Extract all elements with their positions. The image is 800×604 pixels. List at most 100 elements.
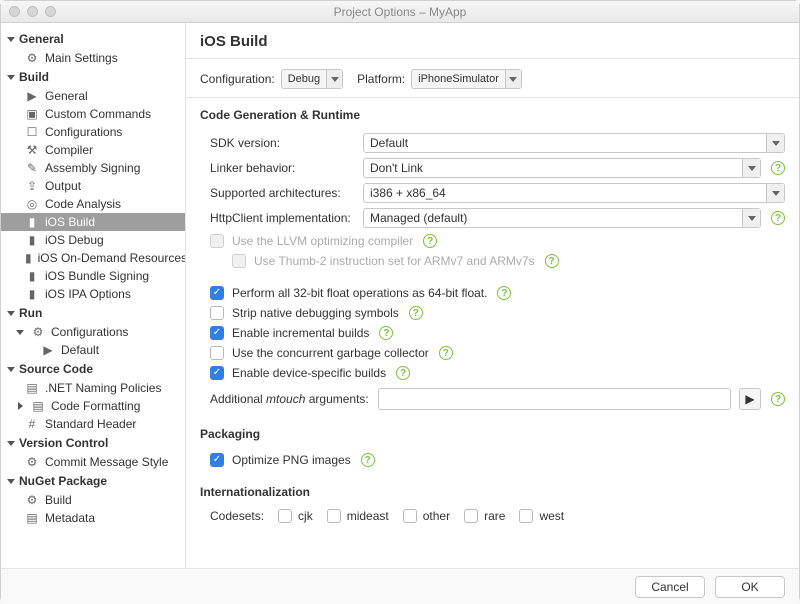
sidebar-item-nuget-build[interactable]: ⚙Build: [1, 491, 185, 509]
config-dropdown[interactable]: Debug: [281, 69, 343, 89]
incr-checkbox[interactable]: [210, 326, 224, 340]
help-icon[interactable]: ?: [771, 161, 785, 175]
codeset-mideast[interactable]: mideast: [327, 509, 389, 523]
sidebar-item-label: .NET Naming Policies: [45, 381, 161, 395]
llvm-checkbox: [210, 234, 224, 248]
codeset-checkbox[interactable]: [327, 509, 341, 523]
sidebar-item-custom-commands[interactable]: ▣Custom Commands: [1, 105, 185, 123]
sidebar-item-code-analysis[interactable]: ◎Code Analysis: [1, 195, 185, 213]
linker-select[interactable]: Don't Link: [363, 158, 761, 178]
help-icon[interactable]: ?: [771, 392, 785, 406]
sidebar-item-label: Configurations: [45, 125, 122, 139]
sidebar-item-commit-style[interactable]: ⚙ Commit Message Style: [1, 453, 185, 471]
help-icon[interactable]: ?: [439, 346, 453, 360]
sidebar-item-main-settings[interactable]: ⚙Main Settings: [1, 49, 185, 67]
mtouch-input[interactable]: [378, 388, 731, 410]
codeset-rare[interactable]: rare: [464, 509, 505, 523]
sidebar-item-build-general[interactable]: ▶General: [1, 87, 185, 105]
sidebar-group-run[interactable]: Run: [1, 303, 185, 323]
codeset-checkbox[interactable]: [403, 509, 417, 523]
help-icon[interactable]: ?: [497, 286, 511, 300]
gc-checkbox[interactable]: [210, 346, 224, 360]
incr-label: Enable incremental builds: [232, 326, 369, 340]
linker-value: Don't Link: [364, 161, 742, 175]
thumb-checkbox-row: Use Thumb-2 instruction set for ARMv7 an…: [210, 254, 785, 268]
phone-icon: ▮: [25, 287, 39, 301]
gc-checkbox-row[interactable]: Use the concurrent garbage collector ?: [210, 346, 785, 360]
sidebar-item-assembly-signing[interactable]: ✎Assembly Signing: [1, 159, 185, 177]
sidebar-group-nuget[interactable]: NuGet Package: [1, 471, 185, 491]
devspec-checkbox[interactable]: [210, 366, 224, 380]
platform-dropdown[interactable]: iPhoneSimulator: [411, 69, 522, 89]
format-icon: ▤: [31, 399, 45, 413]
codeset-label: cjk: [298, 509, 313, 523]
cancel-button[interactable]: Cancel: [635, 576, 705, 598]
sidebar-item-ios-debug[interactable]: ▮iOS Debug: [1, 231, 185, 249]
strip-checkbox-row[interactable]: Strip native debugging symbols ?: [210, 306, 785, 320]
group-label: Source Code: [19, 362, 93, 376]
sidebar-item-code-formatting[interactable]: ▤Code Formatting: [1, 397, 185, 415]
key-icon: ✎: [25, 161, 39, 175]
config-value: Debug: [282, 73, 326, 85]
float-checkbox[interactable]: [210, 286, 224, 300]
section-codegen: Code Generation & Runtime: [186, 98, 799, 128]
sidebar-item-compiler[interactable]: ⚒Compiler: [1, 141, 185, 159]
png-checkbox-row[interactable]: Optimize PNG images ?: [210, 453, 785, 467]
sidebar-item-ios-ipa[interactable]: ▮iOS IPA Options: [1, 285, 185, 303]
codeset-cjk[interactable]: cjk: [278, 509, 313, 523]
incr-checkbox-row[interactable]: Enable incremental builds ?: [210, 326, 785, 340]
group-label: NuGet Package: [19, 474, 107, 488]
png-checkbox[interactable]: [210, 453, 224, 467]
gear-icon: ⚙: [25, 455, 39, 469]
sidebar-item-configurations[interactable]: ☐ Configurations: [1, 123, 185, 141]
sidebar-group-general[interactable]: General: [1, 29, 185, 49]
strip-label: Strip native debugging symbols: [232, 306, 399, 320]
chevron-down-icon: [742, 209, 760, 227]
mtouch-expand-button[interactable]: ▶: [739, 388, 761, 410]
codeset-west[interactable]: west: [519, 509, 564, 523]
help-icon[interactable]: ?: [771, 211, 785, 225]
sdk-select[interactable]: Default: [363, 133, 785, 153]
strip-checkbox[interactable]: [210, 306, 224, 320]
float-checkbox-row[interactable]: Perform all 32-bit float operations as 6…: [210, 286, 785, 300]
help-icon[interactable]: ?: [409, 306, 423, 320]
devspec-checkbox-row[interactable]: Enable device-specific builds ?: [210, 366, 785, 380]
group-label: Version Control: [19, 436, 108, 450]
sidebar-item-output[interactable]: ⇪Output: [1, 177, 185, 195]
gc-label: Use the concurrent garbage collector: [232, 346, 429, 360]
help-icon[interactable]: ?: [361, 453, 375, 467]
help-icon[interactable]: ?: [379, 326, 393, 340]
help-icon[interactable]: ?: [396, 366, 410, 380]
sidebar-item-standard-header[interactable]: #Standard Header: [1, 415, 185, 433]
sidebar-item-label: Build: [45, 493, 72, 507]
ok-button[interactable]: OK: [715, 576, 785, 598]
sidebar-item-ios-bundle-signing[interactable]: ▮iOS Bundle Signing: [1, 267, 185, 285]
sidebar-group-source-code[interactable]: Source Code: [1, 359, 185, 379]
help-icon[interactable]: ?: [545, 254, 559, 268]
help-icon[interactable]: ?: [423, 234, 437, 248]
codeset-checkbox[interactable]: [278, 509, 292, 523]
codeset-checkbox[interactable]: [519, 509, 533, 523]
sidebar-item-run-configurations[interactable]: ⚙Configurations: [1, 323, 185, 341]
sidebar-item-nuget-metadata[interactable]: ▤Metadata: [1, 509, 185, 527]
sidebar-item-ios-build[interactable]: ▮iOS Build: [1, 213, 185, 231]
chevron-right-icon: [15, 399, 29, 413]
sidebar-item-label: Custom Commands: [45, 107, 151, 121]
arch-select[interactable]: i386 + x86_64: [363, 183, 785, 203]
mtouch-label: Additional mtouch arguments:: [210, 392, 370, 406]
sidebar-item-run-default[interactable]: ▶Default: [1, 341, 185, 359]
codeset-checkbox[interactable]: [464, 509, 478, 523]
codeset-other[interactable]: other: [403, 509, 450, 523]
codesets-label: Codesets:: [210, 509, 264, 523]
http-select[interactable]: Managed (default): [363, 208, 761, 228]
sidebar-item-net-naming[interactable]: ▤.NET Naming Policies: [1, 379, 185, 397]
sidebar-item-ios-ondemand[interactable]: ▮iOS On-Demand Resources: [1, 249, 185, 267]
sidebar-item-label: Commit Message Style: [45, 455, 168, 469]
sidebar-group-version-control[interactable]: Version Control: [1, 433, 185, 453]
sdk-label: SDK version:: [210, 136, 355, 150]
http-label: HttpClient implementation:: [210, 211, 355, 225]
box-icon: ☐: [25, 125, 39, 139]
sidebar-item-label: iOS Bundle Signing: [45, 269, 149, 283]
sidebar-group-build[interactable]: Build: [1, 67, 185, 87]
group-label: General: [19, 32, 64, 46]
